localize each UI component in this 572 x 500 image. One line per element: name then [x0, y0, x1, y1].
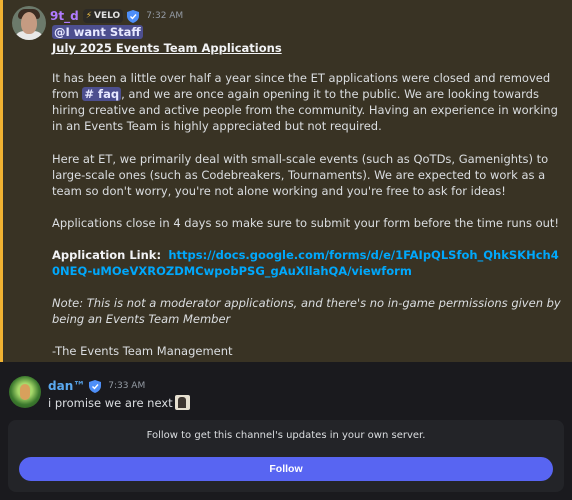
username[interactable]: dan™ [48, 379, 85, 393]
paragraph-intro: It has been a little over half a year si… [52, 70, 564, 134]
role-mention[interactable]: @I want Staff [52, 25, 143, 39]
custom-emoji-icon[interactable] [174, 395, 190, 410]
bolt-icon: ⚡ [85, 11, 93, 21]
shield-icon[interactable] [89, 379, 102, 393]
follow-panel-text: Follow to get this channel's updates in … [146, 430, 426, 441]
message-text-line: i promise we are next [48, 395, 190, 410]
guild-tag[interactable]: ⚡ VELO [82, 9, 124, 23]
shield-icon[interactable] [127, 9, 140, 23]
application-link-line: Application Link: https://docs.google.co… [52, 247, 564, 279]
message-header: 9t_d ⚡ VELO 7:32 AM [50, 8, 183, 24]
message-highlighted: 9t_d ⚡ VELO 7:32 AM @I want Staff July 2… [0, 0, 572, 362]
guild-tag-label: VELO [94, 11, 121, 21]
paragraph-deadline: Applications close in 4 days so make sur… [52, 216, 560, 230]
paragraph-intro-text-cont: , and we are once again opening it to th… [52, 87, 558, 133]
avatar[interactable] [9, 376, 41, 408]
message-text: i promise we are next [48, 395, 173, 410]
follow-button[interactable]: Follow [19, 457, 553, 481]
username[interactable]: 9t_d [50, 9, 79, 23]
message-body: @I want Staff July 2025 Events Team Appl… [52, 24, 564, 56]
message: dan™ 7:33 AM i promise we are next [0, 362, 572, 422]
signature: -The Events Team Management [52, 344, 233, 358]
note: Note: This is not a moderator applicatio… [52, 296, 561, 326]
avatar[interactable] [12, 6, 46, 40]
channel-link-faq[interactable]: # faq [82, 87, 122, 101]
message-header: dan™ 7:33 AM [48, 378, 145, 394]
timestamp: 7:33 AM [108, 381, 146, 391]
application-link-label: Application Link: [52, 248, 162, 262]
follow-panel: Follow to get this channel's updates in … [8, 420, 564, 492]
paragraph-about: Here at ET, we primarily deal with small… [52, 152, 549, 198]
timestamp: 7:32 AM [146, 11, 184, 21]
message-title: July 2025 Events Team Applications [52, 41, 282, 55]
